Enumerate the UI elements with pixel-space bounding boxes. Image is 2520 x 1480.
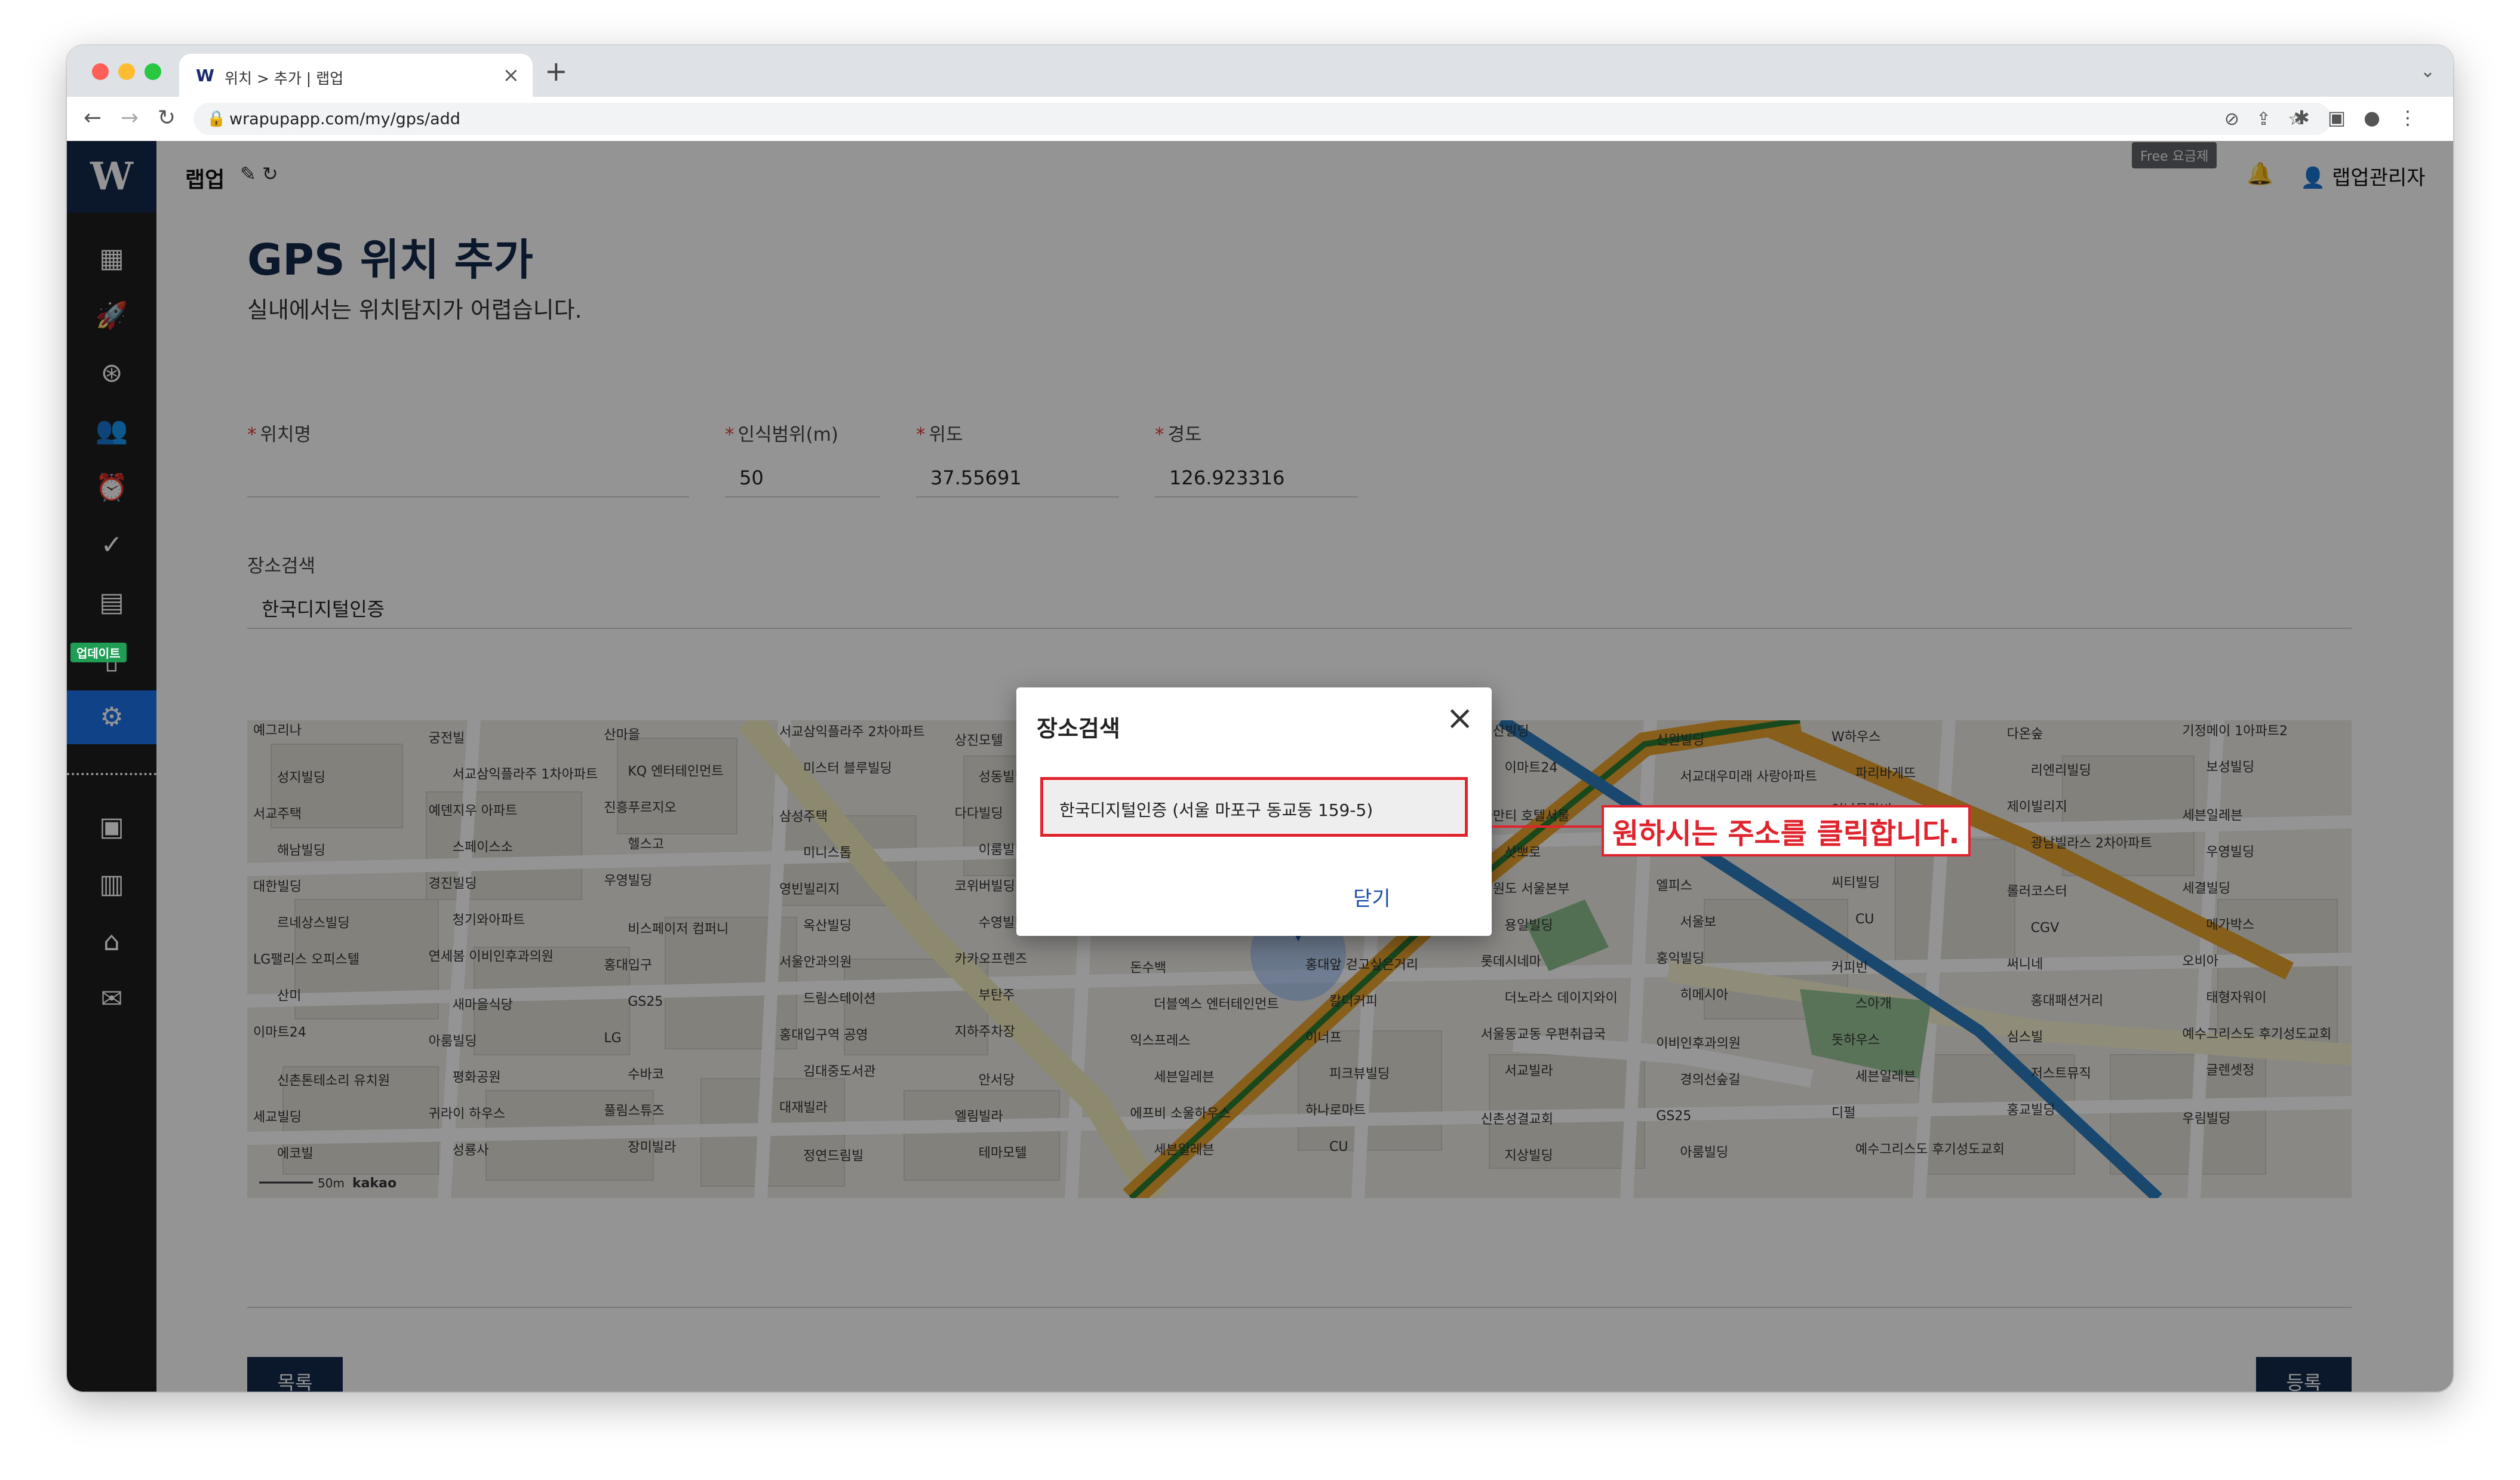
highlight-box — [1040, 777, 1468, 837]
browser-window: W 위치 > 추가 | 랩업 × + ⌄ ← → ↻ 🔒 wrapupapp.c… — [67, 45, 2453, 1392]
callout-connector — [1492, 825, 1602, 828]
app-root: W ▦ 🚀 ⊛ 👥 ⏰ ✓ ▤ 업데이트 ▯ ⚙ ▣ ▥ ⌂ ✉ 랩업 ✎↻ F… — [67, 141, 2453, 1392]
minimize-window-button[interactable] — [118, 63, 135, 80]
modal-title: 장소검색 — [1037, 716, 1120, 742]
url-text: wrapupapp.com/my/gps/add — [229, 110, 460, 128]
address-bar[interactable]: 🔒 wrapupapp.com/my/gps/add ⊘⇪☆ — [193, 103, 2331, 135]
update-badge: 업데이트 — [70, 643, 127, 662]
close-icon[interactable]: × — [1446, 699, 1474, 738]
new-tab-icon[interactable]: + — [545, 54, 568, 88]
maximize-window-button[interactable] — [145, 63, 161, 80]
modal-close-button[interactable]: 닫기 — [1353, 882, 1391, 911]
browser-tab[interactable]: W 위치 > 추가 | 랩업 × — [179, 54, 533, 97]
browser-toolbar: ← → ↻ 🔒 wrapupapp.com/my/gps/add ⊘⇪☆ ✱▣●… — [67, 97, 2453, 142]
tab-strip: W 위치 > 추가 | 랩업 × + ⌄ — [67, 45, 2453, 97]
tab-close-icon[interactable]: × — [503, 63, 520, 87]
forward-arrow-icon[interactable]: → — [121, 105, 139, 131]
lock-icon[interactable]: 🔒 — [207, 110, 226, 128]
browser-extension-icons[interactable]: ✱▣●⋮ — [2294, 106, 2435, 129]
tab-list-chevron-icon[interactable]: ⌄ — [2420, 61, 2435, 82]
tab-title: 위치 > 추가 | 랩업 — [225, 70, 344, 87]
reload-icon[interactable]: ↻ — [158, 105, 176, 131]
place-search-modal: 장소검색 × 한국디지털인증 (서울 마포구 동교동 159-5) 닫기 — [1016, 687, 1492, 936]
instruction-callout: 원하시는 주소를 클릭합니다. — [1602, 805, 1971, 856]
close-window-button[interactable] — [92, 63, 109, 80]
favicon-icon: W — [196, 66, 214, 85]
back-arrow-icon[interactable]: ← — [84, 105, 102, 131]
